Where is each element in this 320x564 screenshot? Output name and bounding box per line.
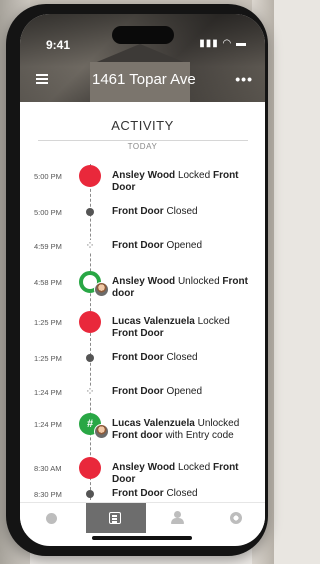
event-text: Ansley Wood Unlocked Front door — [112, 276, 248, 299]
home-indicator — [92, 536, 192, 540]
event-time: 8:30 AM — [34, 464, 62, 473]
user-avatar — [94, 424, 109, 439]
gear-icon — [230, 512, 242, 524]
today-label: TODAY — [127, 142, 158, 151]
opened-marker-icon: ⁘ — [84, 240, 96, 252]
more-options-icon[interactable]: ••• — [235, 71, 253, 87]
event-time: 1:24 PM — [34, 388, 62, 397]
locked-marker — [79, 311, 101, 333]
event-time: 1:25 PM — [34, 318, 62, 327]
user-avatar — [94, 282, 109, 297]
bottom-navigation — [20, 502, 265, 533]
nav-home[interactable] — [22, 503, 82, 533]
event-text: Lucas Valenzuela Locked Front Door — [112, 316, 230, 339]
event-time: 8:30 PM — [34, 490, 62, 499]
menu-icon[interactable] — [36, 74, 48, 84]
event-text: Front Door Opened — [112, 240, 203, 251]
closed-marker — [86, 354, 94, 362]
status-icons: ▮▮▮ ◠ ▬ — [199, 38, 247, 49]
event-time: 1:25 PM — [34, 354, 62, 363]
nav-activity[interactable] — [86, 503, 146, 533]
app-screen: 9:41 ▮▮▮ ◠ ▬ 1461 Topar Ave ••• ACTIVITY… — [20, 14, 265, 546]
opened-marker-icon: ⁘ — [84, 386, 96, 398]
event-time: 5:00 PM — [34, 172, 62, 181]
event-time: 1:24 PM — [34, 420, 62, 429]
phone-frame: 9:41 ▮▮▮ ◠ ▬ 1461 Topar Ave ••• ACTIVITY… — [6, 4, 268, 556]
phone-notch — [112, 26, 174, 44]
home-dot-icon — [46, 513, 57, 524]
list-icon — [109, 512, 121, 524]
nav-guests[interactable] — [148, 503, 208, 533]
locked-marker — [79, 457, 101, 479]
event-text: Front Door Closed — [112, 352, 198, 363]
house-address-title: 1461 Topar Ave — [92, 71, 196, 88]
closed-marker — [86, 490, 94, 498]
status-time: 9:41 — [46, 38, 71, 52]
closed-marker — [86, 208, 94, 216]
event-text: Front Door Closed — [112, 488, 198, 499]
event-time: 5:00 PM — [34, 208, 62, 217]
event-time: 4:59 PM — [34, 242, 62, 251]
users-icon — [170, 511, 186, 525]
event-time: 4:58 PM — [34, 278, 62, 287]
section-divider — [38, 140, 248, 141]
activity-title: ACTIVITY — [111, 118, 174, 133]
event-text: Ansley Wood Locked Front Door — [112, 462, 239, 485]
nav-settings[interactable] — [206, 503, 265, 533]
event-text: Ansley Wood Locked Front Door — [112, 170, 239, 193]
event-text: Lucas Valenzuela Unlocked Front door wit… — [112, 418, 240, 441]
event-text: Front Door Opened — [112, 386, 203, 397]
event-text: Front Door Closed — [112, 206, 198, 217]
house-roof-image — [92, 44, 188, 64]
locked-marker — [79, 165, 101, 187]
